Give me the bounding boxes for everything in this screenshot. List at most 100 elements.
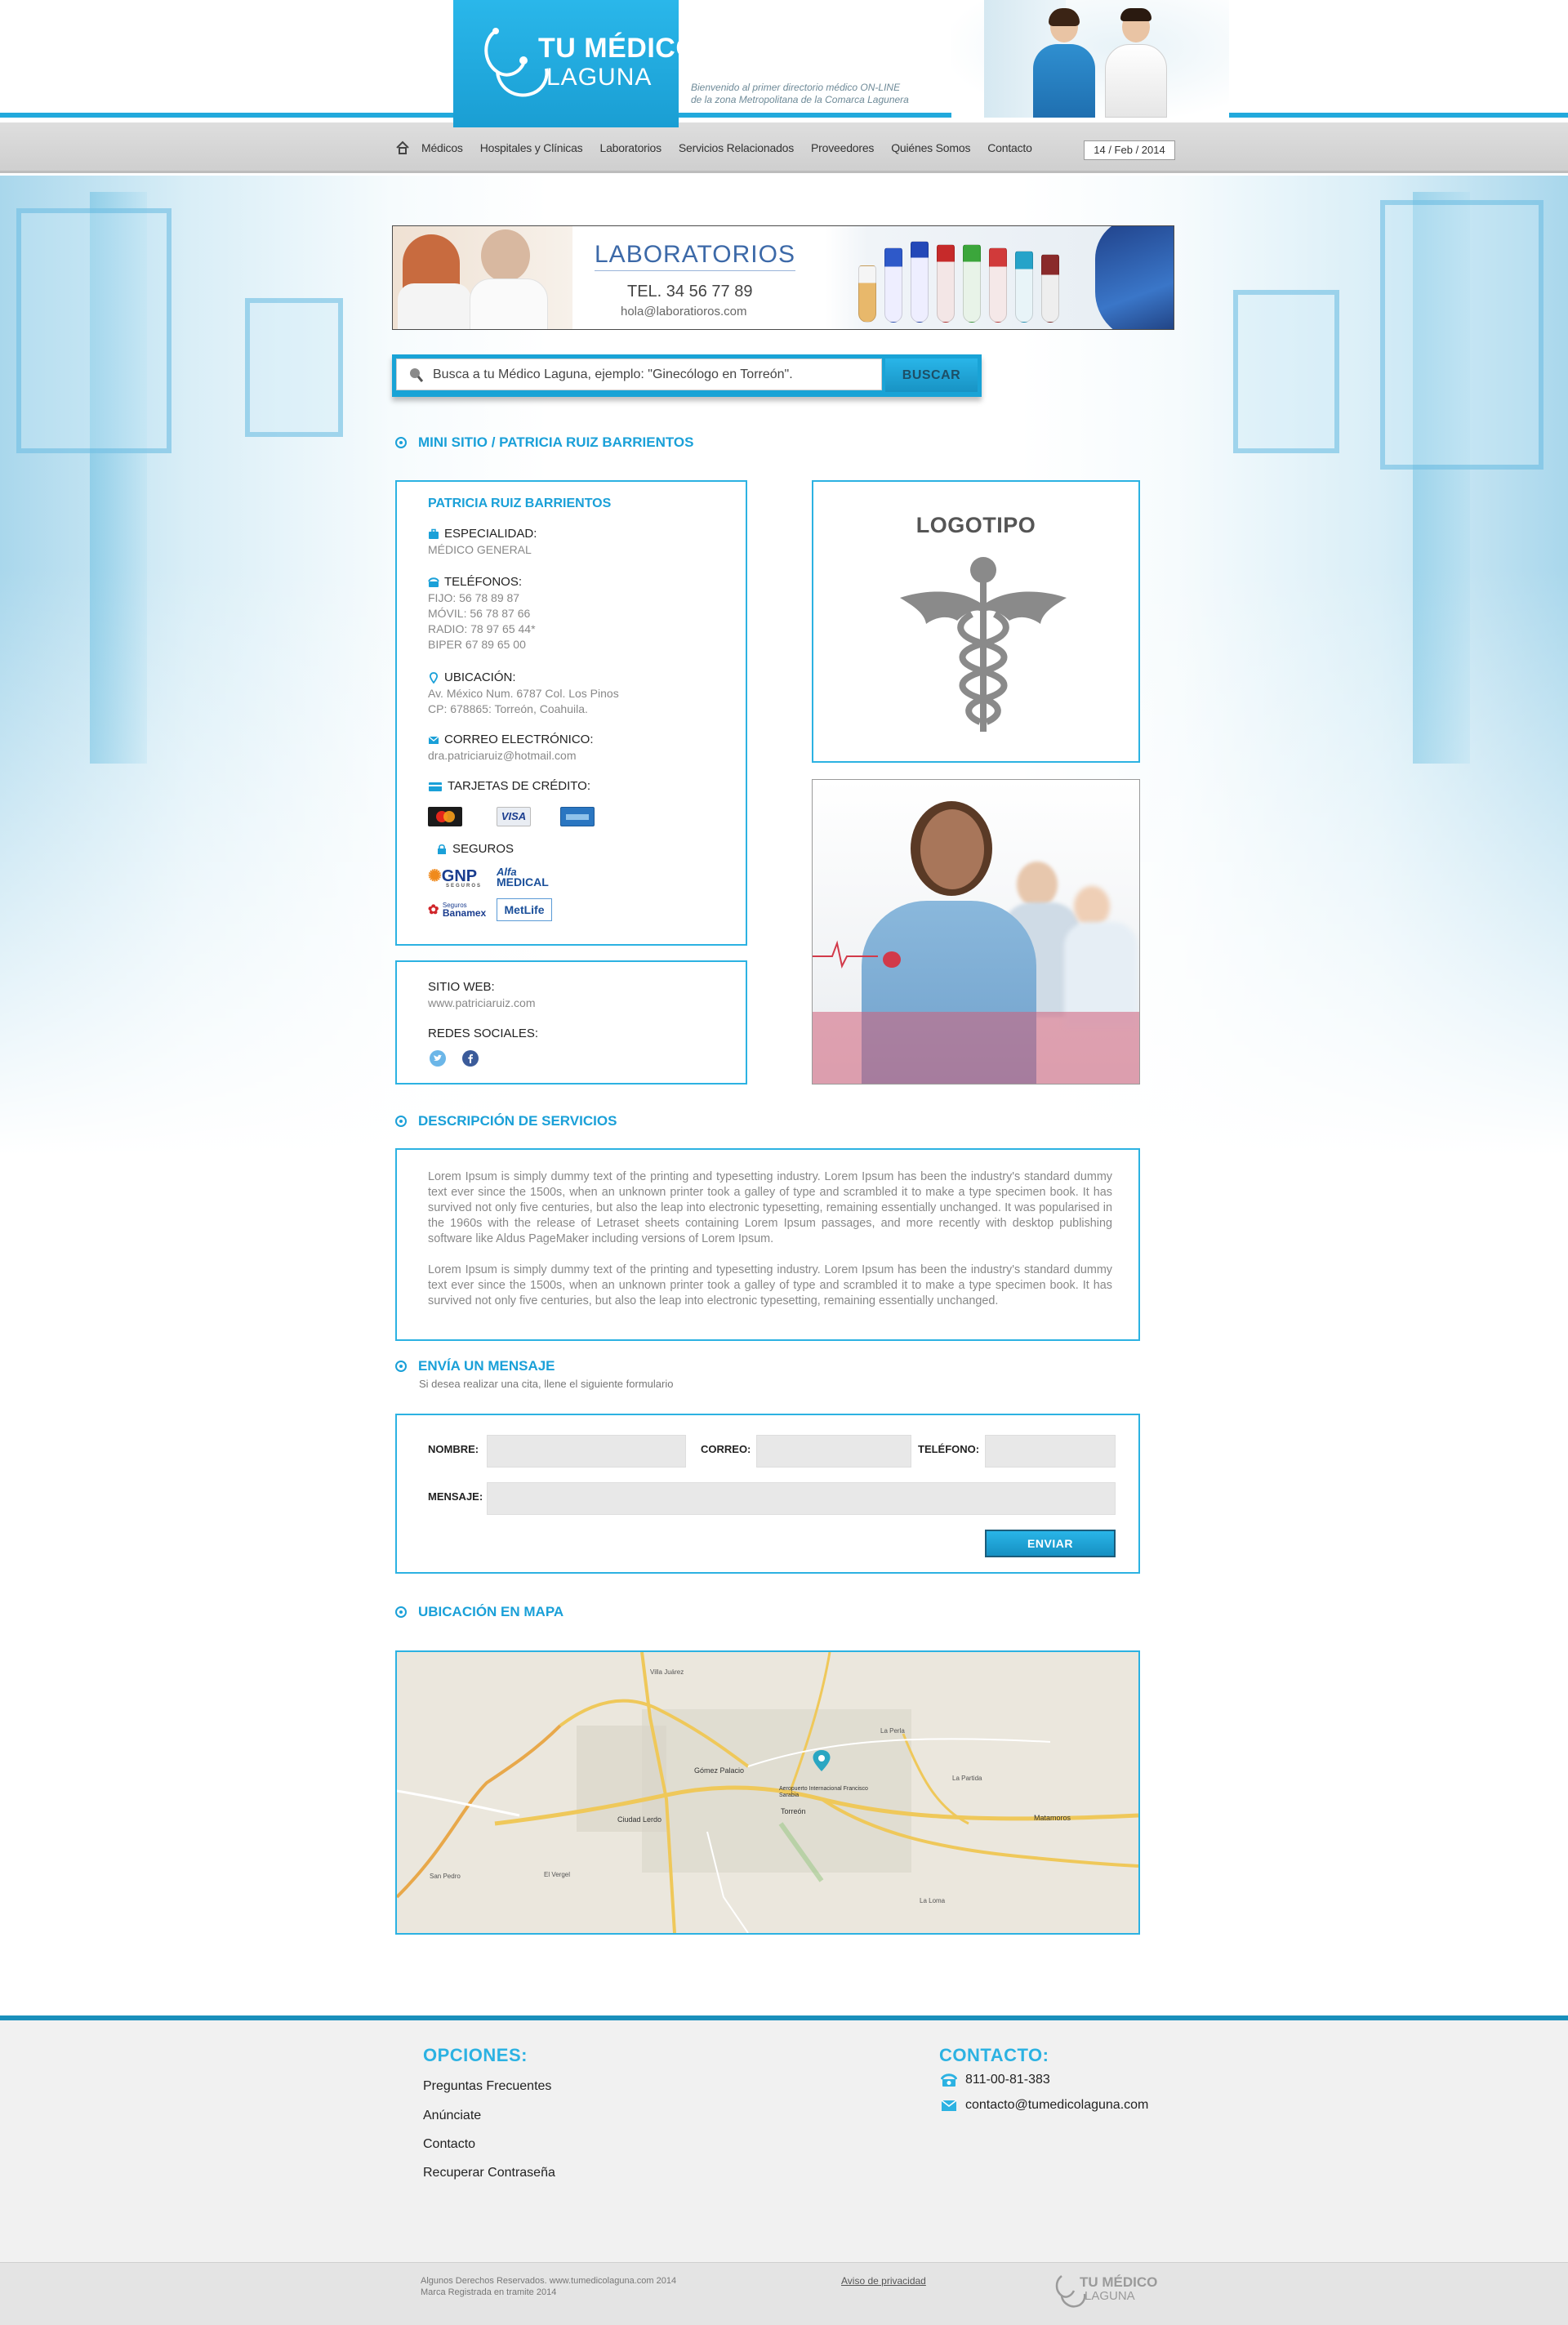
- search-input[interactable]: Busca a tu Médico Laguna, ejemplo: "Gine…: [396, 359, 882, 390]
- map-label-san-pedro: San Pedro: [430, 1873, 461, 1880]
- metlife-logo: MetLife: [497, 898, 552, 921]
- map-label-la-perla: La Perla: [880, 1727, 905, 1735]
- nav-item-hospitales[interactable]: Hospitales y Clínicas: [480, 141, 583, 154]
- footer-link-recover-password[interactable]: Recuperar Contraseña: [423, 2166, 555, 2180]
- phone-icon: [941, 2073, 957, 2087]
- mastercard-icon: [428, 807, 462, 826]
- gnp-logo: ✺GNP SEGUROS: [428, 867, 483, 889]
- doctor-name: PATRICIA RUIZ BARRIENTOS: [428, 497, 612, 510]
- nav-item-quienes-somos[interactable]: Quiénes Somos: [891, 141, 970, 154]
- header-doctors-image: [951, 0, 1229, 118]
- copyright: Algunos Derechos Reservados. www.tumedic…: [421, 2276, 677, 2297]
- map-label-gomez-palacio: Gómez Palacio: [694, 1766, 745, 1775]
- footer-phone: 811-00-81-383: [941, 2073, 1050, 2087]
- email-input[interactable]: [756, 1435, 911, 1468]
- specialty-value: MÉDICO GENERAL: [428, 543, 532, 556]
- nav-item-contacto[interactable]: Contacto: [987, 141, 1032, 154]
- map-label-ciudad-lerdo: Ciudad Lerdo: [617, 1815, 662, 1824]
- banner-phone: TEL. 34 56 77 89: [627, 283, 753, 301]
- map-label-la-partida: La Partida: [952, 1775, 982, 1782]
- phone-input[interactable]: [985, 1435, 1116, 1468]
- message-label: MENSAJE:: [428, 1490, 483, 1503]
- location-label: UBICACIÓN:: [428, 670, 516, 684]
- footer-options-heading: OPCIONES:: [423, 2045, 528, 2065]
- page: TU MÉDICO LAGUNA Bienvenido al primer di…: [0, 0, 1568, 2325]
- twitter-icon[interactable]: [430, 1050, 446, 1067]
- footer-contact-heading: CONTACTO:: [939, 2045, 1049, 2065]
- email-label: CORREO ELECTRÓNICO:: [428, 733, 594, 746]
- doctor-photo: [812, 779, 1140, 1085]
- logo-text-bottom: LAGUNA: [546, 64, 653, 91]
- home-icon[interactable]: [395, 140, 410, 155]
- main-navigation: Médicos Hospitales y Clínicas Laboratori…: [0, 122, 1568, 173]
- lab-staff-image: [393, 226, 572, 329]
- lock-icon: [438, 844, 446, 854]
- privacy-link[interactable]: Aviso de privacidad: [841, 2275, 926, 2287]
- section-heading-map: UBICACIÓN EN MAPA: [395, 1604, 564, 1620]
- phone-label: TELÉFONO:: [918, 1443, 980, 1455]
- footer-email[interactable]: contacto@tumedicolaguna.com: [941, 2098, 1148, 2113]
- map-label-el-vergel: El Vergel: [544, 1871, 571, 1878]
- name-label: NOMBRE:: [428, 1443, 479, 1455]
- location-map[interactable]: Gómez Palacio Ciudad Lerdo Torreón Matam…: [395, 1650, 1140, 1935]
- logo-placeholder-title: LOGOTIPO: [915, 513, 1036, 537]
- footer-logo[interactable]: TU MÉDICO LAGUNA: [1054, 2268, 1157, 2314]
- services-description-card: Lorem Ipsum is simply dummy text of the …: [395, 1148, 1140, 1341]
- social-label: REDES SOCIALES:: [428, 1027, 539, 1040]
- map-label-matamoros: Matamoros: [1034, 1814, 1071, 1822]
- ad-banner[interactable]: LABORATORIOS TEL. 34 56 77 89 hola@labor…: [392, 225, 1174, 330]
- map-roads: [397, 1652, 1138, 1933]
- footer-link-faq[interactable]: Preguntas Frecuentes: [423, 2079, 551, 2094]
- caduceus-icon: [900, 557, 1067, 732]
- alfa-medical-logo: Alfa MEDICAL: [497, 866, 549, 889]
- facebook-icon[interactable]: [462, 1050, 479, 1067]
- map-label-la-loma: La Loma: [920, 1897, 946, 1904]
- logo-placeholder-card: LOGOTIPO: [812, 480, 1140, 763]
- search-icon: [410, 368, 423, 382]
- phones-label: TELÉFONOS:: [428, 575, 522, 589]
- footer: OPCIONES: Preguntas Frecuentes Anúnciate…: [0, 2015, 1568, 2262]
- nav-item-proveedores[interactable]: Proveedores: [811, 141, 874, 154]
- search-bar: Busca a tu Médico Laguna, ejemplo: "Gine…: [392, 354, 982, 397]
- nav-item-laboratorios[interactable]: Laboratorios: [599, 141, 662, 154]
- message-input[interactable]: [487, 1482, 1116, 1515]
- phone-icon: [428, 577, 439, 587]
- briefcase-icon: [429, 528, 439, 539]
- name-input[interactable]: [487, 1435, 686, 1468]
- doctor-male-figure: [1105, 8, 1167, 118]
- credit-card-icon: [429, 782, 442, 791]
- visa-icon: VISA: [497, 807, 531, 826]
- map-label-torreon: Torreón: [781, 1807, 806, 1815]
- website-value[interactable]: www.patriciaruiz.com: [428, 995, 535, 1011]
- map-label-villa-juarez: Villa Juárez: [650, 1668, 684, 1676]
- location-pin-icon: [429, 671, 439, 684]
- send-button[interactable]: ENVIAR: [985, 1530, 1116, 1557]
- amex-icon: [560, 807, 595, 826]
- email-label: CORREO:: [701, 1443, 751, 1455]
- logo-text-top: TU MÉDICO: [538, 33, 698, 64]
- banner-title: LABORATORIOS: [595, 241, 795, 271]
- section-heading-services: DESCRIPCIÓN DE SERVICIOS: [395, 1113, 617, 1129]
- footer-link-advertise[interactable]: Anúnciate: [423, 2109, 481, 2123]
- location-value: Av. México Num. 6787 Col. Los Pinos CP: …: [428, 687, 619, 715]
- section-heading-message: ENVÍA UN MENSAJE: [395, 1358, 555, 1374]
- website-label: SITIO WEB:: [428, 980, 495, 994]
- footer-link-contact[interactable]: Contacto: [423, 2137, 475, 2152]
- envelope-icon: [941, 2100, 957, 2111]
- services-text: Lorem Ipsum is simply dummy text of the …: [428, 1170, 1112, 1307]
- email-value[interactable]: dra.patriciaruiz@hotmail.com: [428, 748, 577, 764]
- nav-item-servicios[interactable]: Servicios Relacionados: [679, 141, 794, 154]
- banner-email: hola@laboratioros.com: [621, 305, 747, 318]
- map-label-airport: Aeropuerto Internacional Francisco Sarab…: [779, 1786, 868, 1798]
- current-date: 14 / Feb / 2014: [1084, 140, 1175, 160]
- doctor-female-figure: [1033, 8, 1095, 118]
- envelope-icon: [428, 736, 439, 744]
- footer-bottom-bar: Algunos Derechos Reservados. www.tumedic…: [0, 2262, 1568, 2325]
- phone-list: FIJO: 56 78 89 87 MÓVIL: 56 78 87 66 RAD…: [428, 591, 536, 651]
- section-heading-minisite: MINI SITIO / PATRICIA RUIZ BARRIENTOS: [395, 434, 694, 451]
- search-button[interactable]: BUSCAR: [885, 359, 978, 392]
- nav-item-medicos[interactable]: Médicos: [421, 141, 463, 154]
- site-logo[interactable]: TU MÉDICO LAGUNA: [453, 0, 697, 127]
- message-subtitle: Si desea realizar una cita, llene el sig…: [419, 1378, 674, 1390]
- specialty-label: ESPECIALIDAD:: [428, 527, 537, 541]
